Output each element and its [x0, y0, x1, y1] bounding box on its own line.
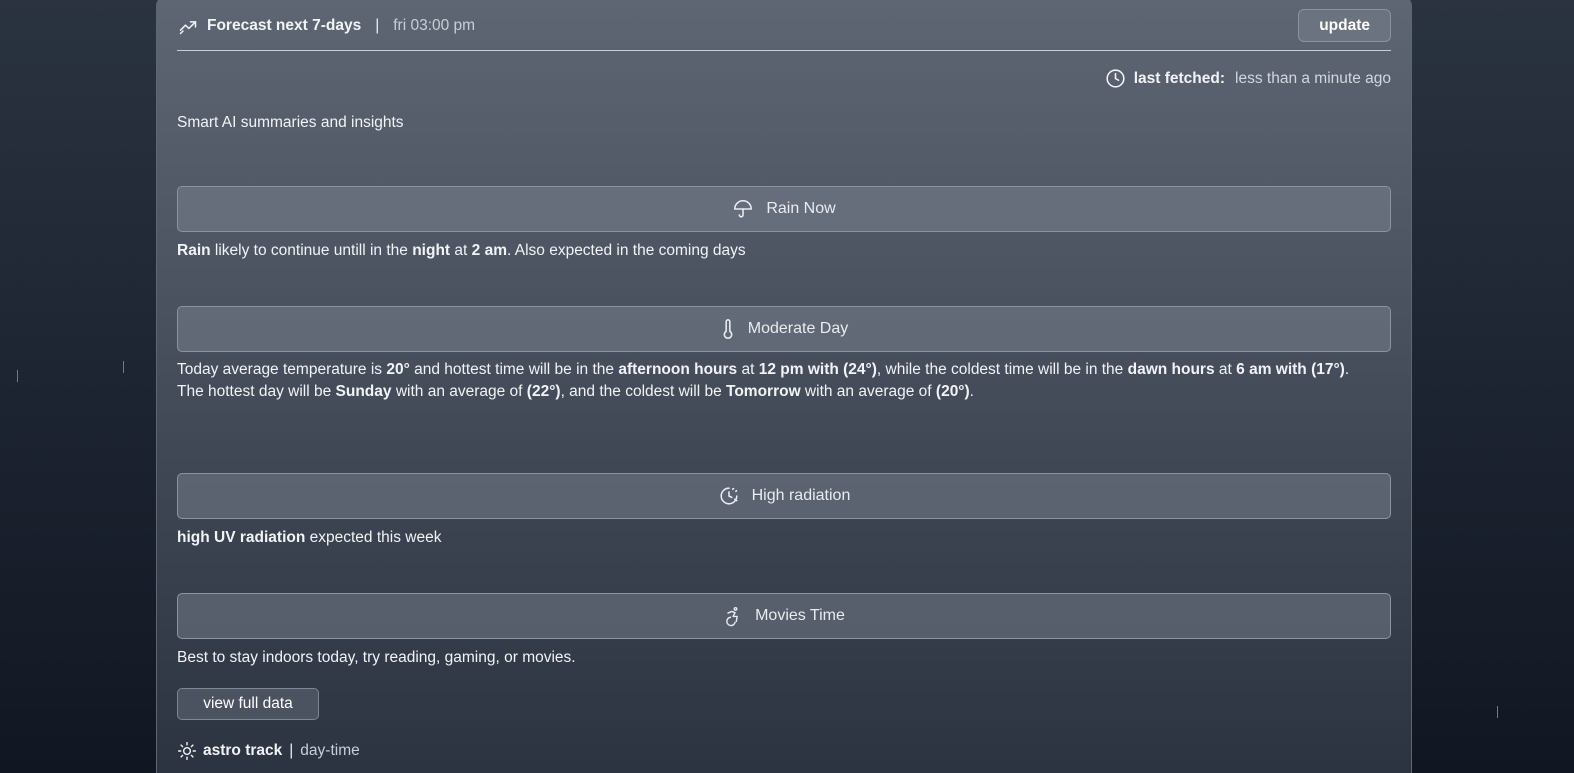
clock-icon	[1105, 68, 1126, 89]
body-text: . Also expected in the coming days	[506, 242, 746, 259]
header-time: fri 03:00 pm	[393, 16, 476, 34]
sun-clock-icon	[718, 485, 740, 507]
thermometer-icon	[720, 318, 736, 340]
highlight-text: night	[412, 242, 451, 259]
astro-label: astro track	[203, 742, 283, 759]
forecast-card: Forecast next 7-days | fri 03:00 pm upda…	[156, 0, 1412, 773]
astro-separator: |	[289, 742, 294, 759]
highlight-text: Sunday	[335, 383, 392, 400]
body-text: .	[969, 383, 974, 400]
highlight-text: 6 am with (17°)	[1236, 361, 1345, 378]
insight-toggle-moderate-day[interactable]: Moderate Day	[177, 306, 1391, 352]
body-text: , while the coldest time will be in the	[876, 361, 1128, 378]
body-text: and hottest time will be in the	[409, 361, 619, 378]
body-text: The hottest day will be	[177, 383, 336, 400]
section-subtitle: Smart AI summaries and insights	[177, 114, 404, 131]
insight-text: high UV radiation expected this week	[177, 527, 1391, 549]
body-text: at	[737, 361, 759, 378]
highlight-text: afternoon hours	[618, 361, 738, 378]
body-text: with an average of	[391, 383, 527, 400]
last-fetched-value: less than a minute ago	[1235, 69, 1391, 87]
insight-toggle-rain-now[interactable]: Rain Now	[177, 186, 1391, 232]
highlight-text: high UV radiation	[177, 529, 306, 546]
insight-text: Today average temperature is 20° and hot…	[177, 359, 1391, 403]
body-text: Today average temperature is	[177, 361, 387, 378]
highlight-text: 20°	[386, 361, 410, 378]
body-text: with an average of	[800, 383, 936, 400]
edge-mark	[1497, 706, 1498, 718]
insight-title: Movies Time	[755, 607, 845, 624]
body-text: likely to continue untill in the	[210, 242, 413, 259]
last-fetched: last fetched: less than a minute ago	[1105, 68, 1391, 89]
trending-up-icon	[177, 16, 199, 36]
insight-text: Rain likely to continue untill in the ni…	[177, 240, 1391, 262]
insight-title: Rain Now	[766, 200, 836, 217]
card-header: Forecast next 7-days | fri 03:00 pm upda…	[177, 1, 1391, 51]
umbrella-icon	[732, 198, 754, 220]
insight-title: Moderate Day	[747, 320, 849, 337]
highlight-text: Tomorrow	[726, 383, 801, 400]
body-text: at	[1214, 361, 1237, 378]
body-text: expected this week	[305, 529, 442, 546]
astro-track: astro track | day-time	[177, 741, 360, 761]
insight-title: High radiation	[751, 487, 851, 504]
highlight-text: (20°)	[935, 383, 970, 400]
update-button[interactable]: update	[1298, 9, 1391, 42]
header-title: Forecast next 7-days	[207, 16, 362, 34]
insight-text: Best to stay indoors today, try reading,…	[177, 647, 1391, 669]
last-fetched-label: last fetched:	[1133, 69, 1226, 87]
highlight-text: dawn hours	[1127, 361, 1215, 378]
body-text: .	[1344, 361, 1350, 378]
highlight-text: 2 am	[471, 242, 507, 259]
edge-mark	[123, 361, 124, 373]
astro-value: day-time	[300, 742, 360, 759]
highlight-text: 12 pm with (24°)	[758, 361, 877, 378]
header-separator: |	[375, 16, 380, 34]
body-text: , and the coldest will be	[560, 383, 726, 400]
body-text: at	[450, 242, 472, 259]
header-title-group: Forecast next 7-days | fri 03:00 pm	[177, 16, 475, 36]
highlight-text: Rain	[177, 242, 211, 259]
highlight-text: (22°)	[526, 383, 561, 400]
edge-mark	[17, 370, 18, 382]
view-full-data-button[interactable]: view full data	[177, 688, 319, 720]
insight-toggle-high-radiation[interactable]: High radiation	[177, 473, 1391, 519]
accessibility-icon	[723, 605, 743, 627]
body-text: Best to stay indoors today, try reading,…	[177, 649, 576, 666]
sun-icon	[177, 741, 197, 761]
insight-toggle-movies-time[interactable]: Movies Time	[177, 593, 1391, 639]
